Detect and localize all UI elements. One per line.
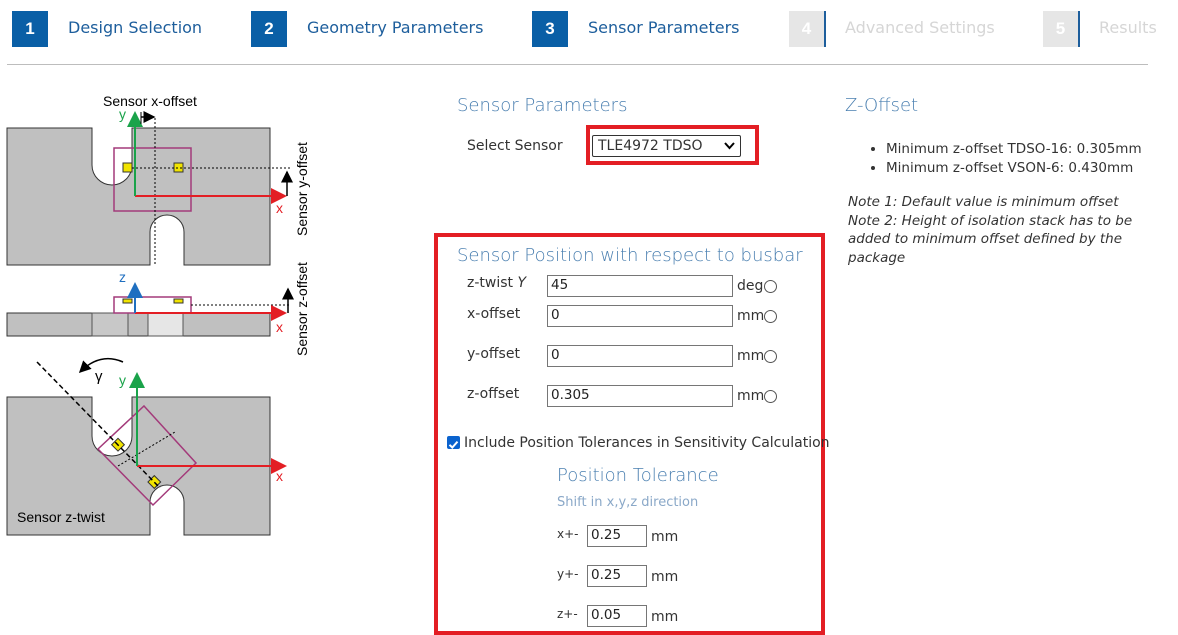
gamma-symbol: γ xyxy=(95,368,103,385)
sensor-element-left xyxy=(122,162,133,173)
step-2-number[interactable]: 2 xyxy=(251,11,287,47)
tolerance-x-label: x+- xyxy=(557,527,579,541)
tolerance-x-input[interactable]: 0.25 xyxy=(587,525,647,547)
z-offset-radio[interactable] xyxy=(764,390,777,403)
z-twist-caption: Sensor z-twist xyxy=(17,509,105,525)
note-line: Note 1: Default value is minimum offset xyxy=(848,194,1119,210)
sensor-select[interactable]: TLE4972 TDSO xyxy=(592,135,741,157)
axis-z-label: z xyxy=(119,269,126,285)
x-offset-caption: Sensor x-offset xyxy=(103,93,197,109)
tolerance-y-unit: mm xyxy=(651,569,679,585)
tolerance-y-label: y+- xyxy=(557,567,579,581)
z-twist-radio[interactable] xyxy=(764,280,777,293)
x-offset-input[interactable]: 0 xyxy=(547,305,733,327)
checkmark-icon xyxy=(448,440,459,449)
z-twist-input[interactable]: 45 xyxy=(547,275,733,297)
tolerance-z-unit: mm xyxy=(651,609,679,625)
note-line: package xyxy=(848,249,906,266)
z-offset-list: Minimum z-offset TDSO-16: 0.305mm Minimu… xyxy=(848,140,1142,178)
gamma-label-symbol: Y xyxy=(517,275,527,291)
tolerance-title: Position Tolerance xyxy=(557,465,719,486)
z-offset-unit: mm xyxy=(737,388,765,404)
axis-y-label-top: y xyxy=(119,106,126,122)
position-title: Sensor Position with respect to busbar xyxy=(457,245,803,266)
z-offset-title: Z-Offset xyxy=(845,95,919,116)
tolerance-checkbox-label[interactable]: Include Position Tolerances in Sensitivi… xyxy=(464,435,830,451)
step-5-label: Results xyxy=(1099,18,1157,37)
y-offset-label: y-offset xyxy=(467,346,520,362)
z-offset-input[interactable]: 0.305 xyxy=(547,385,733,407)
note-line: added to minimum offset defined by the xyxy=(848,231,1123,247)
tolerance-subtitle: Shift in x,y,z direction xyxy=(557,495,699,510)
sensor-parameters-title: Sensor Parameters xyxy=(457,95,628,116)
select-sensor-label: Select Sensor xyxy=(467,138,563,154)
sensor-placement-diagram: Sensor x-offset y x Sensor y-offset z x … xyxy=(6,93,310,536)
step-4-label: Advanced Settings xyxy=(845,18,995,37)
y-offset-input[interactable]: 0 xyxy=(547,345,733,367)
step-1-label[interactable]: Design Selection xyxy=(68,18,202,37)
z-offset-caption: Sensor z-offset xyxy=(294,262,310,356)
z-offset-notes: Note 1: Default value is minimum offset … xyxy=(848,193,1132,267)
step-5-number: 5 xyxy=(1043,11,1080,47)
busbar-side-view xyxy=(6,312,271,337)
step-3-number[interactable]: 3 xyxy=(532,11,568,47)
tolerance-z-label: z+- xyxy=(557,607,578,621)
y-offset-radio[interactable] xyxy=(764,350,777,363)
x-offset-radio[interactable] xyxy=(764,310,777,323)
step-3-label[interactable]: Sensor Parameters xyxy=(588,18,740,37)
axis-x-label-side: x xyxy=(276,319,283,335)
sensor-select-value: TLE4972 TDSO xyxy=(598,138,703,154)
axis-x-label-twist: x xyxy=(276,468,283,484)
z-twist-label: z-twist Y xyxy=(467,275,527,291)
chevron-down-icon xyxy=(724,142,735,150)
note-line: Note 2: Height of isolation stack has to… xyxy=(848,212,1133,229)
list-item: Minimum z-offset VSON-6: 0.430mm xyxy=(886,159,1142,178)
step-1-number[interactable]: 1 xyxy=(12,11,48,47)
list-item: Minimum z-offset TDSO-16: 0.305mm xyxy=(886,140,1142,159)
tolerance-z-input[interactable]: 0.05 xyxy=(587,605,647,627)
tolerance-y-input[interactable]: 0.25 xyxy=(587,565,647,587)
tolerance-checkbox[interactable] xyxy=(447,436,460,449)
step-2-label[interactable]: Geometry Parameters xyxy=(307,18,483,37)
step-4-number: 4 xyxy=(789,11,826,47)
axis-x-label-top: x xyxy=(276,200,283,216)
stepper-divider xyxy=(7,64,1148,65)
x-offset-unit: mm xyxy=(737,308,765,324)
axis-y-label-twist: y xyxy=(119,372,126,388)
y-offset-unit: mm xyxy=(737,348,765,364)
z-offset-label: z-offset xyxy=(467,386,520,402)
x-offset-label: x-offset xyxy=(467,306,521,322)
y-offset-caption: Sensor y-offset xyxy=(294,142,310,236)
tolerance-x-unit: mm xyxy=(651,529,679,545)
z-twist-unit: deg xyxy=(737,278,764,294)
